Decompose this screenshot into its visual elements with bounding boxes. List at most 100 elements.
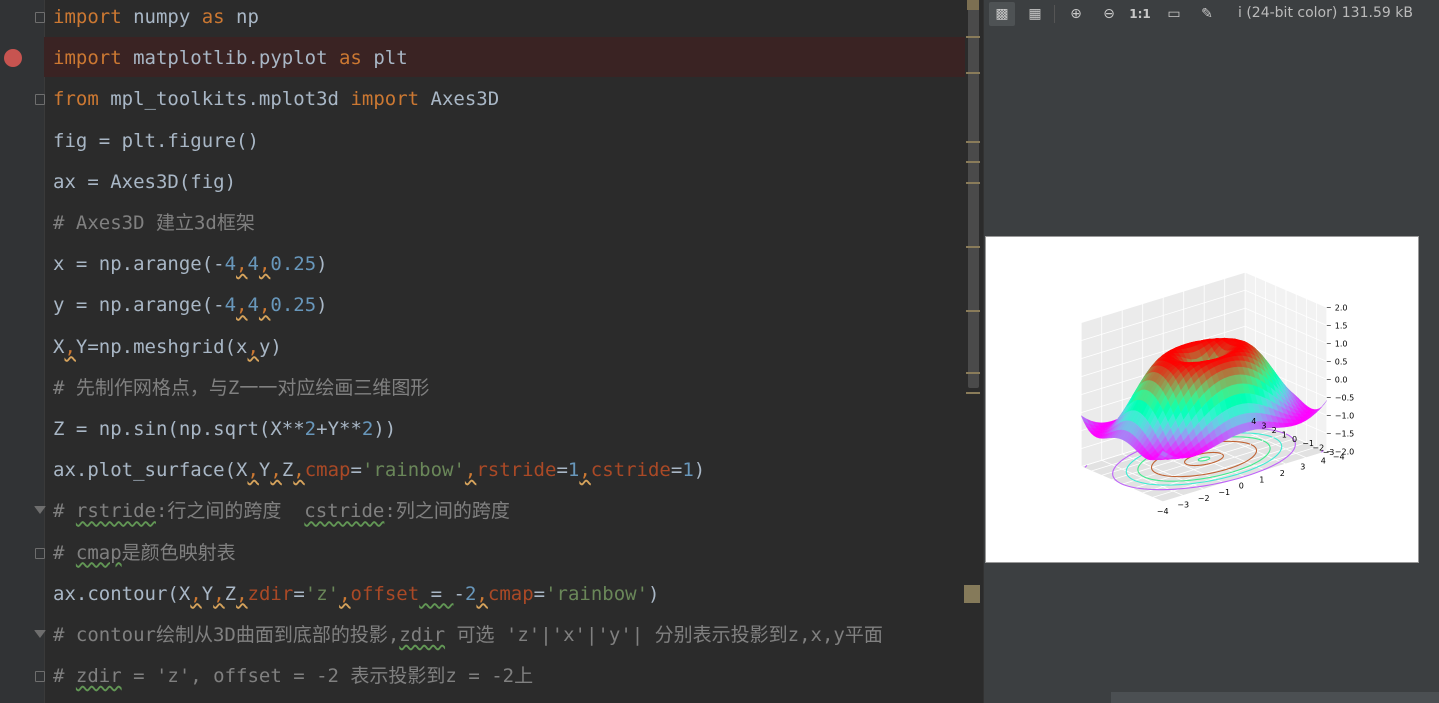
code-token: :列之间的跨度 [384,500,510,523]
code-token: plt [361,47,408,70]
scroll-marker [966,161,980,163]
scroll-marker [966,72,980,74]
code-token: , [64,335,76,358]
y-tick-label: −2 [1312,444,1324,453]
fold-marker-icon[interactable] [35,12,45,23]
fold-marker-icon[interactable] [35,671,45,683]
actual-size-icon[interactable]: 1:1 [1127,2,1153,26]
x-tick-label: −4 [1157,507,1169,516]
editor-gutter[interactable] [0,0,46,703]
code-line[interactable]: ax.contour(X,Y,Z,zdir='z',offset = -2,cm… [53,579,660,609]
scroll-marker [967,0,979,10]
code-token: numpy [121,6,202,28]
code-line[interactable]: Z = np.sin(np.sqrt(X**2+Y**2)) [53,414,396,444]
code-line[interactable]: # contour绘制从3D曲面到底部的投影,zdir 可选 'z'|'x'|'… [53,620,883,650]
code-token: 2 [464,582,477,605]
zoom-in-icon[interactable]: ⊕ [1063,2,1089,26]
fold-marker-icon[interactable] [35,547,45,559]
fold-marker-icon[interactable] [34,506,46,515]
code-line[interactable]: ax.plot_surface(X,Y,Z,cmap='rainbow',rst… [53,455,705,485]
code-token: offset [350,582,420,605]
color-picker-icon[interactable]: ✎ [1194,2,1220,26]
code-token: cstride [590,459,671,482]
transparency-chessboard-icon[interactable]: ▩ [989,2,1015,26]
scroll-marker [966,372,980,374]
y-tick-label: 4 [1251,417,1256,426]
code-line[interactable]: import matplotlib.pyplot as plt [53,43,408,73]
code-line[interactable]: y = np.arange(-4,4,0.25) [53,290,328,320]
x-tick-label: −2 [1198,494,1210,503]
code-token: , [464,459,477,482]
scroll-marker [966,392,980,394]
code-token: # 先制作网格点，与Z一一对应绘画三维图形 [53,376,430,399]
editor-scrollbar-thumb[interactable] [968,8,979,388]
grid-icon[interactable]: ▦ [1022,2,1048,26]
scroll-marker-warning [964,585,980,603]
code-line[interactable]: # zdir = 'z', offset = -2 表示投影到z = -2上 [53,661,533,691]
code-token: , [476,582,488,605]
fit-zoom-icon[interactable]: ▭ [1161,2,1187,26]
code-token: , [258,294,271,317]
code-token: 0.25 [270,253,317,276]
code-token: :行之间的跨度 [155,500,305,523]
code-token: , [236,253,248,276]
code-token: rstride [476,459,557,482]
code-token: Z [281,459,294,482]
viewer-horizontal-scrollbar[interactable] [1111,692,1439,703]
code-token: from [53,88,99,111]
code-line[interactable]: # Axes3D 建立3d框架 [53,208,255,238]
code-line[interactable]: import numpy as np [53,2,259,32]
fold-marker-icon[interactable] [35,94,45,106]
code-token: = [419,582,454,605]
y-tick-label: 2 [1272,426,1277,435]
code-token: zdir [75,665,122,688]
fold-marker-icon[interactable] [34,630,46,638]
code-token: = [350,459,362,482]
breakpoint-icon[interactable] [4,49,22,67]
code-token: Z = np.sin(np.sqrt(X** [53,418,305,440]
code-token: = [556,459,568,482]
y-tick-label: −1 [1302,439,1314,448]
code-token: ) [316,253,328,276]
code-line[interactable]: # cmap是颜色映射表 [53,538,236,568]
z-tick-label: 1.0 [1335,339,1348,348]
image-preview[interactable]: 2.0 1.5 1.0 0.5 0.0 −0.5 −1.0 −1.5 −2.0 −4 −3 −2 −1 0… [985,236,1419,563]
x-tick-label: 4 [1321,456,1326,465]
code-line[interactable]: # 先制作网格点，与Z一一对应绘画三维图形 [53,373,429,403]
code-line[interactable]: x = np.arange(-4,4,0.25) [53,249,328,279]
z-tick-label: −0.5 [1335,393,1354,402]
code-token: , [293,459,305,482]
code-token: ) [648,582,660,605]
code-token: , [258,253,271,276]
code-token: , [236,582,248,605]
code-token: np [224,6,259,28]
code-line[interactable]: fig = plt.figure() [53,126,259,156]
code-token: , [190,582,202,605]
code-token: , [213,582,225,605]
z-tick-label: 0.0 [1335,375,1348,384]
code-line[interactable]: from mpl_toolkits.mplot3d import Axes3D [53,84,499,114]
z-tick-label: 2.0 [1335,303,1348,312]
code-line[interactable]: X,Y=np.meshgrid(x,y) [53,332,282,362]
code-token: 4 [224,253,237,276]
code-token: 4 [224,294,237,317]
code-token: cmap [487,582,534,605]
code-token: ) [316,294,328,317]
code-token: fig = plt.figure() [53,129,259,152]
x-tick-label: 2 [1280,469,1285,478]
scroll-marker [966,246,980,248]
code-token: , [236,294,248,317]
code-editor[interactable]: import numpy as np import matplotlib.pypl… [0,0,980,703]
code-token: # [53,500,76,523]
code-token: Y=np.meshgrid(x [75,335,248,358]
code-token: = 'z', offset = -2 表示投影到z = -2上 [121,665,534,688]
code-token: +Y** [316,418,362,440]
code-token: X [53,335,65,358]
code-token: , [579,459,591,482]
code-line[interactable]: ax = Axes3D(fig) [53,167,236,197]
code-line[interactable]: # rstride:行之间的跨度 cstride:列之间的跨度 [53,496,510,526]
code-token: mpl_toolkits.mplot3d [98,88,351,111]
code-token: 'rainbow' [545,582,649,605]
code-token: = [293,582,305,605]
zoom-out-icon[interactable]: ⊖ [1096,2,1122,26]
